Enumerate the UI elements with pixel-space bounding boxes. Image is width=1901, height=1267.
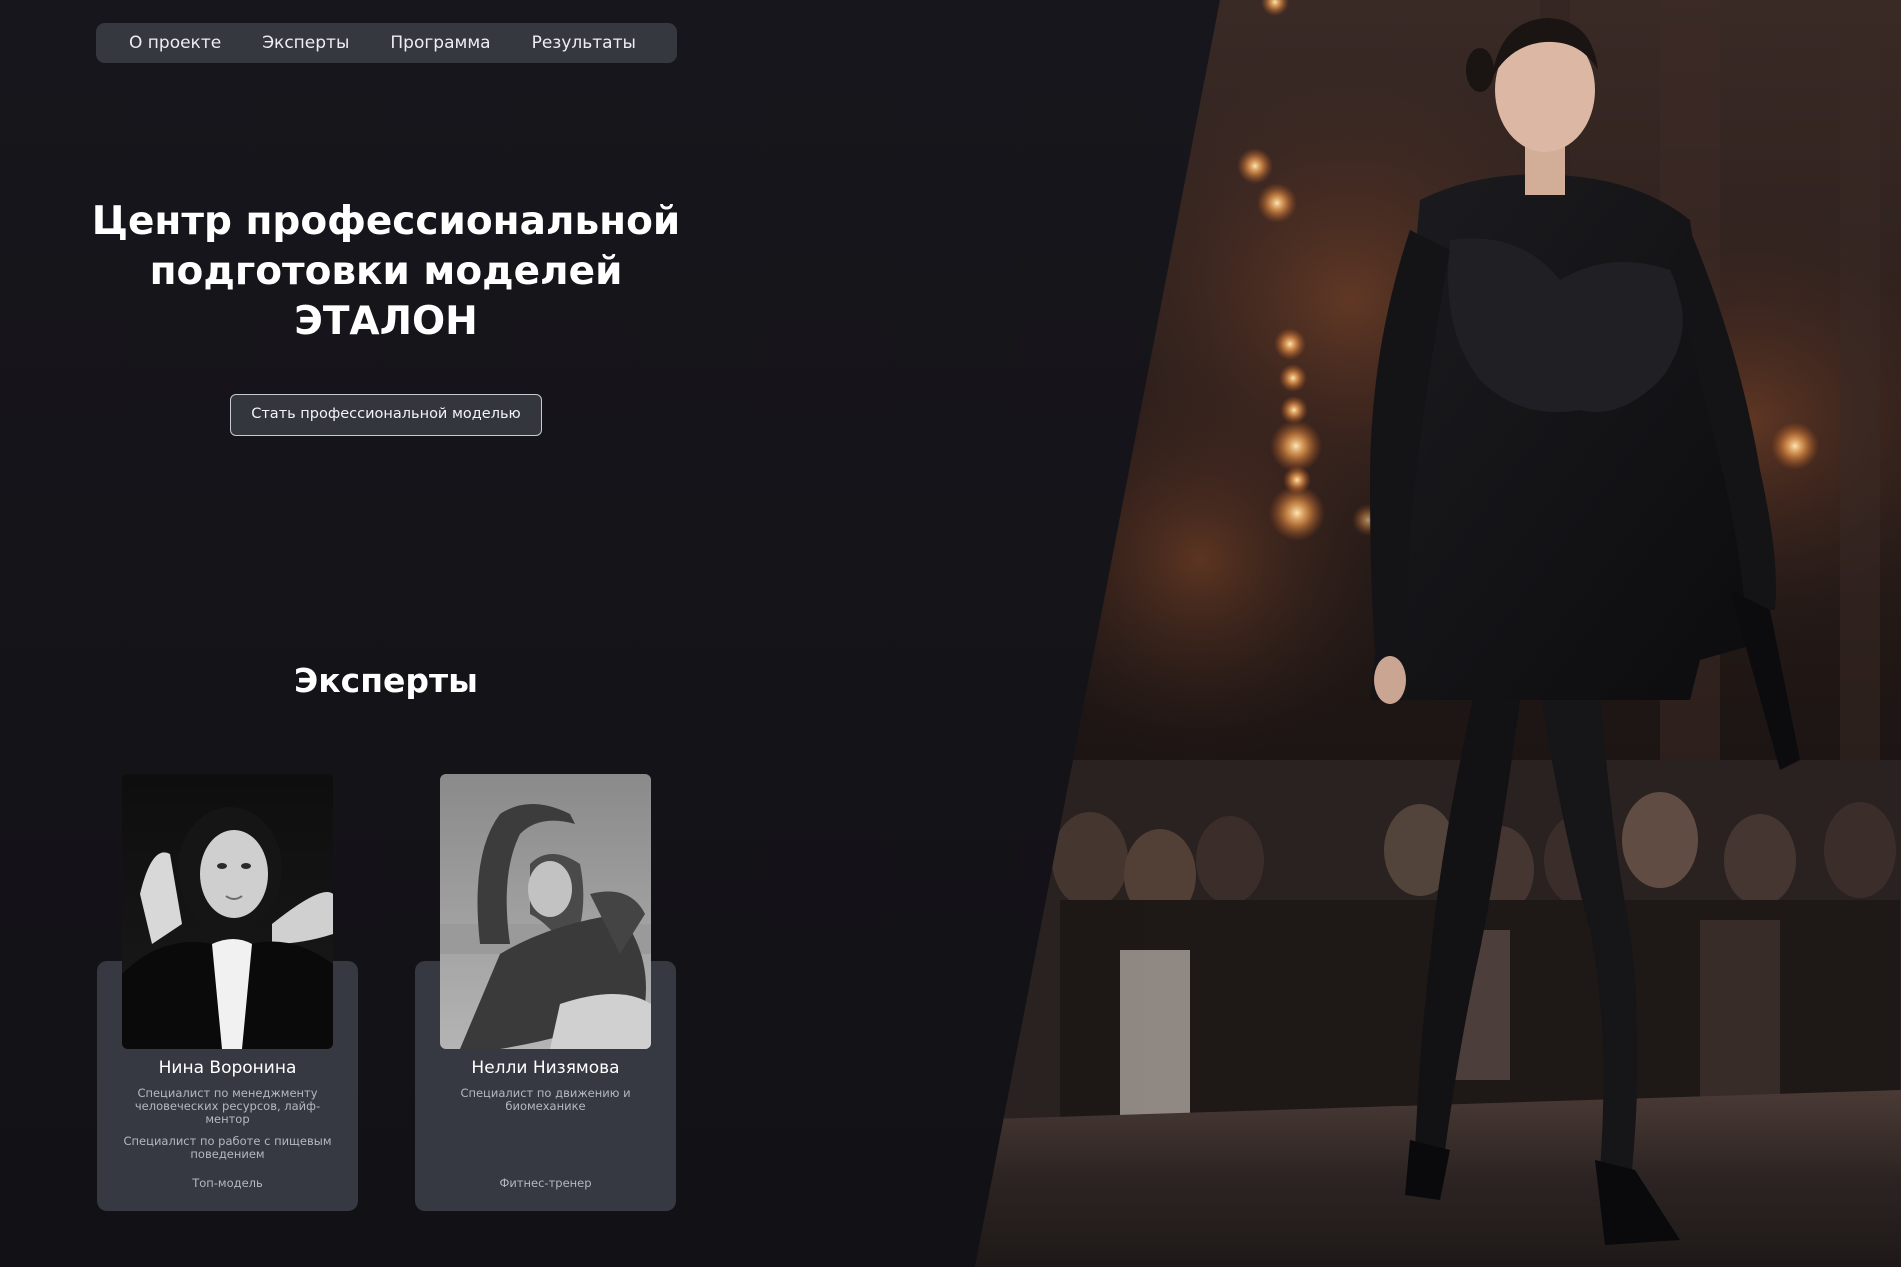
experts-section-title: Эксперты [294, 661, 478, 700]
nav-item-about[interactable]: О проекте [129, 23, 221, 63]
hero-title-line: ЭТАЛОН [294, 299, 478, 344]
landing-page: О проекте Эксперты Программа Результаты … [0, 0, 1901, 1267]
nav-item-results[interactable]: Результаты [532, 23, 636, 63]
expert-photo [440, 774, 651, 1049]
expert-name: Нина Воронина [158, 1058, 297, 1078]
hero-title-line: подготовки моделей [149, 249, 623, 294]
become-model-button[interactable]: Стать профессиональной моделью [230, 394, 542, 436]
expert-description: Специалист по движению и биомеханике [460, 1086, 631, 1113]
hero-title: Центр профессиональной подготовки моделе… [60, 197, 712, 347]
expert-photo [122, 774, 333, 1049]
expert-description: Специалист по менеджменту человеческих р… [134, 1086, 321, 1126]
expert-role: Фитнес-тренер [499, 1176, 592, 1190]
top-nav: О проекте Эксперты Программа Результаты [96, 23, 677, 63]
nav-item-experts[interactable]: Эксперты [262, 23, 349, 63]
nav-item-program[interactable]: Программа [390, 23, 490, 63]
expert-role: Топ-модель [192, 1176, 263, 1190]
expert-name: Нелли Низямова [471, 1058, 620, 1078]
hero-title-line: Центр профессиональной [91, 199, 681, 244]
expert-description: Специалист по работе с пищевым поведение… [123, 1134, 332, 1161]
